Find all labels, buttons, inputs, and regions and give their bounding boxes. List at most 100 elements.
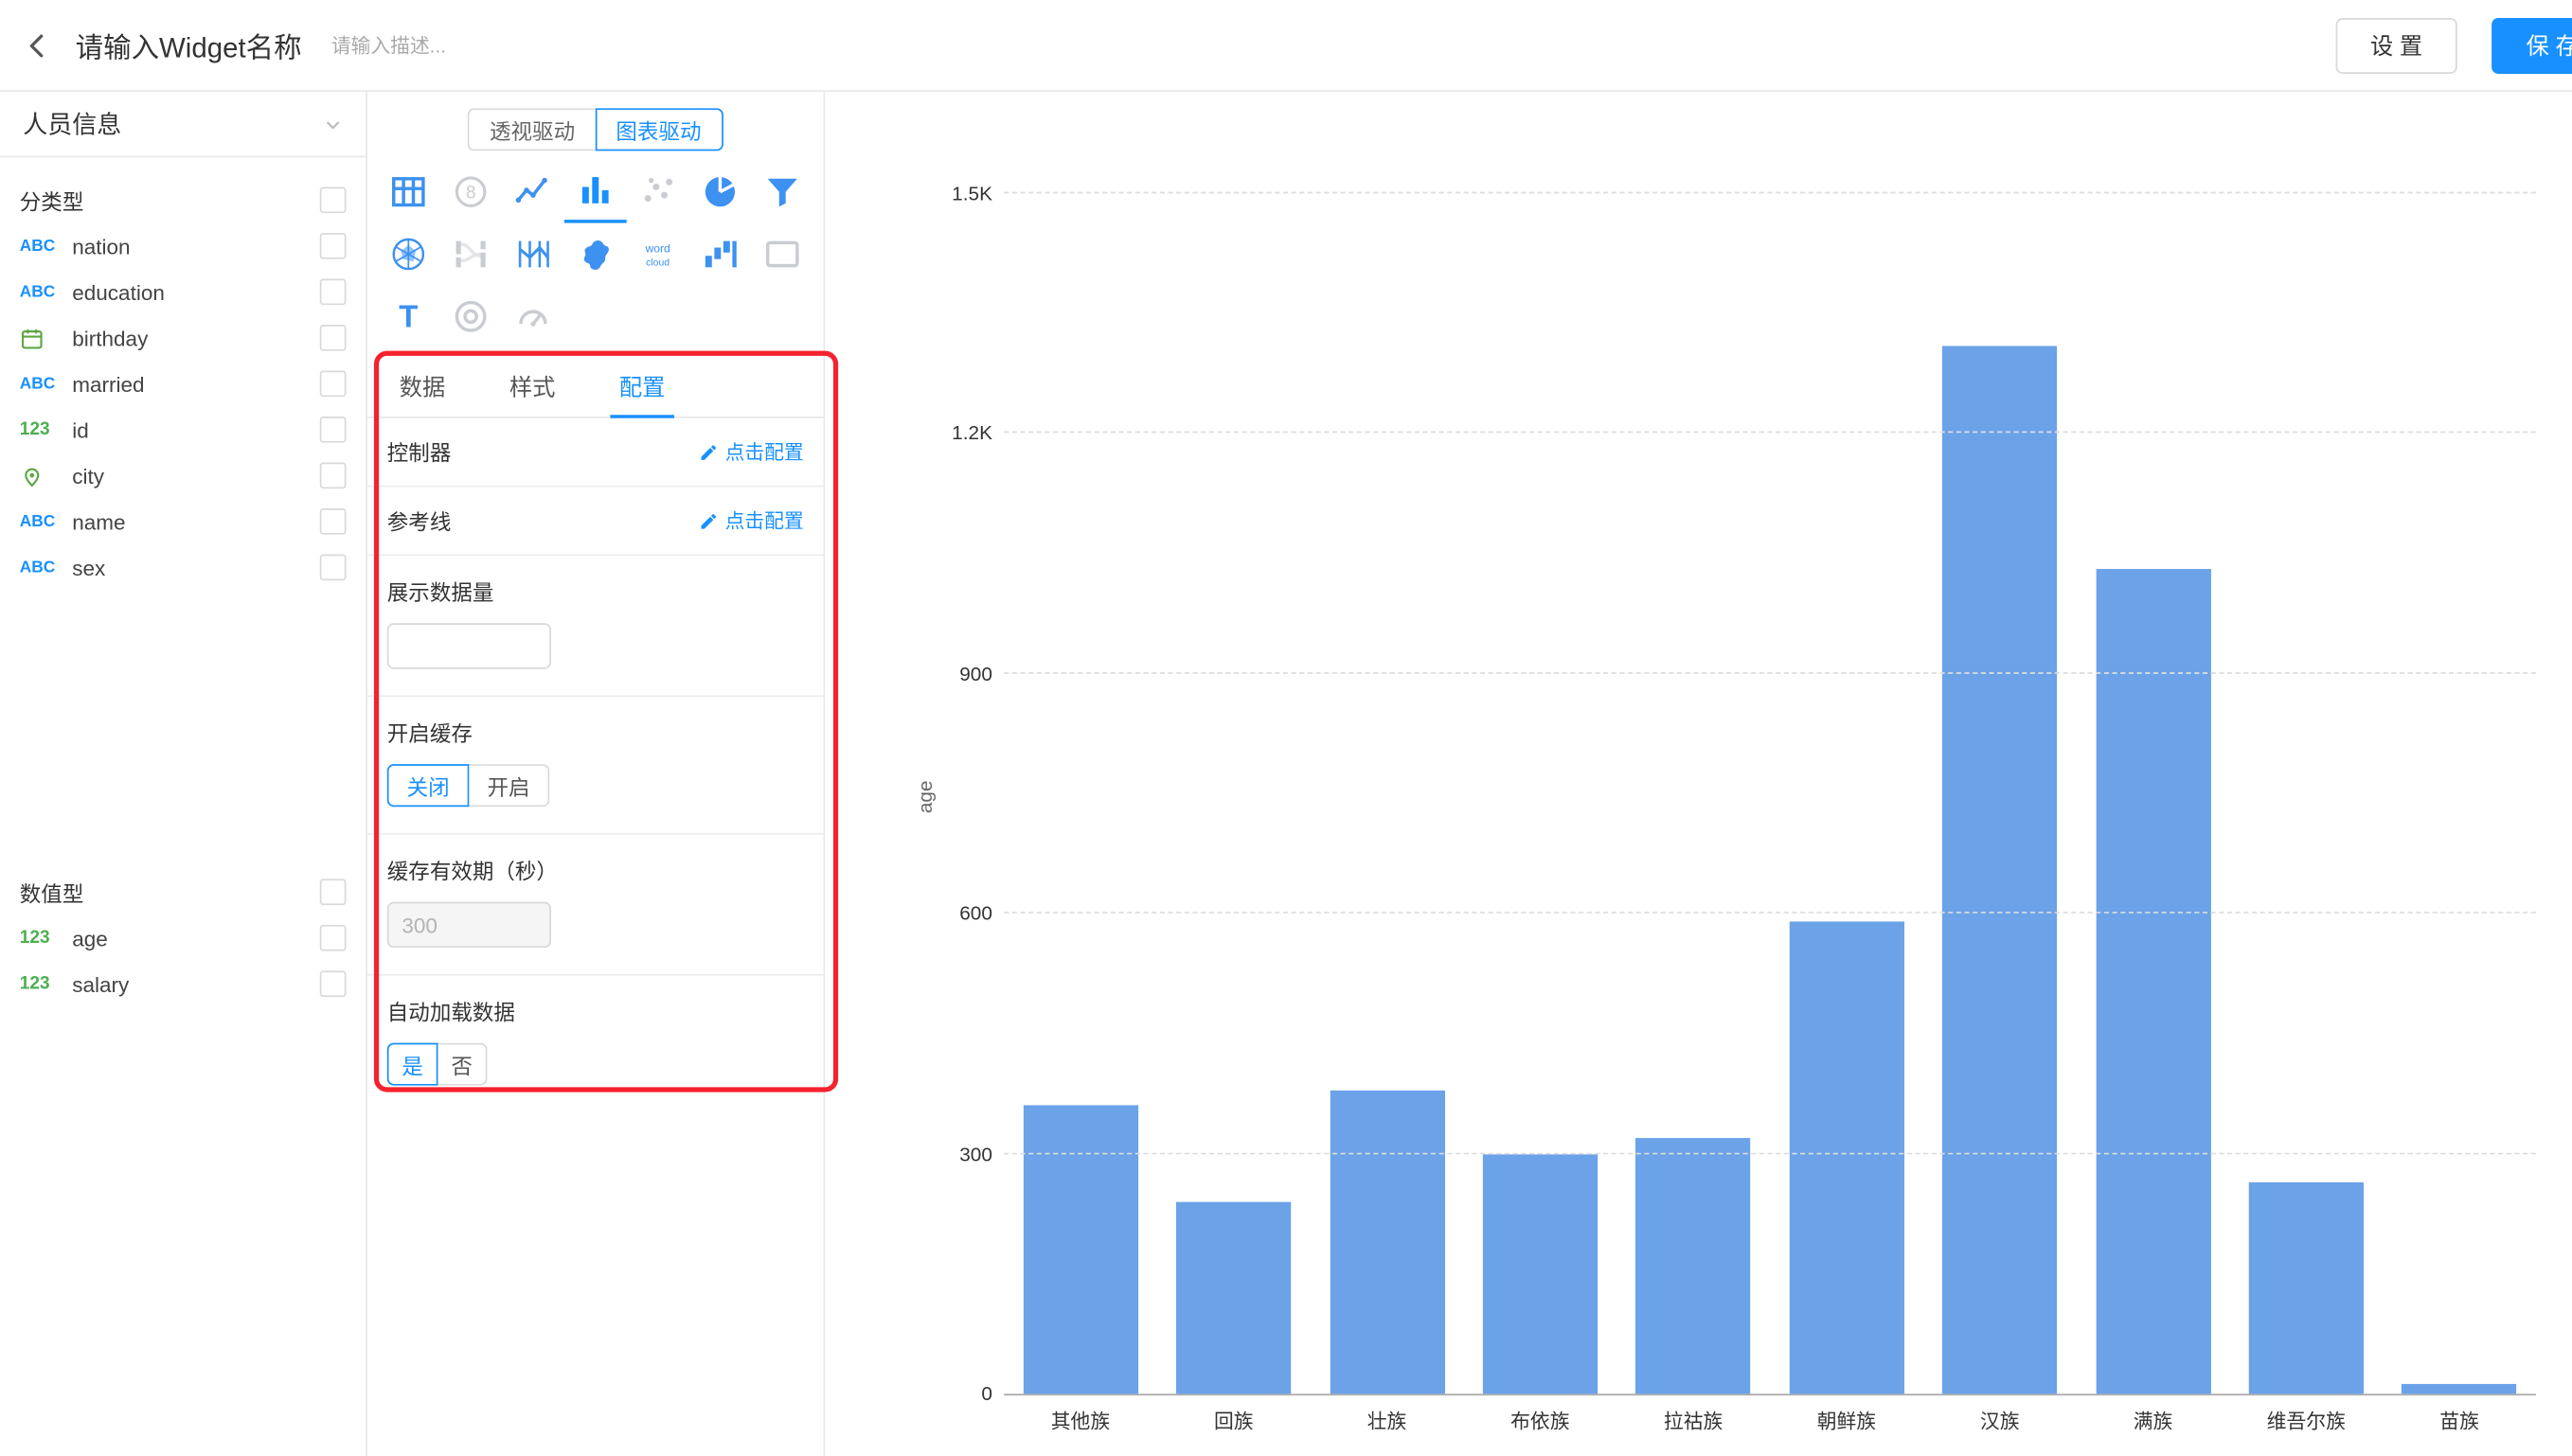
pie-chart-icon[interactable]: [688, 161, 751, 223]
map-chart-icon[interactable]: [564, 223, 627, 286]
x-tick-label: 其他族: [1004, 1407, 1157, 1434]
field-age[interactable]: 123 age: [0, 915, 366, 961]
field-label: name: [72, 509, 125, 534]
cache-on-button[interactable]: 开启: [469, 764, 549, 807]
field-city[interactable]: city: [0, 453, 366, 498]
x-tick-label: 拉祜族: [1616, 1407, 1770, 1434]
save-button[interactable]: 保 存: [2492, 18, 2572, 74]
field-checkbox[interactable]: [320, 462, 347, 488]
display-limit-group: 展示数据量: [367, 556, 824, 697]
bar-维吾尔族[interactable]: [2249, 1181, 2364, 1394]
radar-chart-icon[interactable]: [377, 223, 439, 286]
chevron-left-icon: [23, 30, 52, 60]
field-checkbox[interactable]: [320, 925, 347, 951]
bar-拉祜族[interactable]: [1636, 1138, 1751, 1394]
svg-text:T: T: [399, 299, 418, 334]
funnel-chart-icon[interactable]: [751, 161, 813, 223]
widget-name-input[interactable]: 请输入Widget名称: [76, 25, 302, 65]
x-tick-label: 布依族: [1463, 1407, 1616, 1434]
back-button[interactable]: [0, 0, 76, 91]
gauge-chart-icon[interactable]: [439, 285, 502, 347]
waterfall-chart-icon[interactable]: [688, 223, 751, 286]
pivot-mode-button[interactable]: 透视驱动: [468, 108, 594, 151]
display-limit-input[interactable]: [387, 623, 551, 668]
line-chart-icon[interactable]: [502, 161, 564, 223]
scorecard-chart-icon[interactable]: 8: [439, 161, 502, 223]
wordcloud-chart-icon[interactable]: wordcloud: [627, 223, 689, 286]
chart-mode-button[interactable]: 图表驱动: [595, 108, 723, 151]
reference-line-row: 参考线 点击配置: [367, 487, 824, 556]
field-checkbox[interactable]: [320, 233, 347, 259]
controller-label: 控制器: [387, 436, 452, 468]
field-label: id: [72, 417, 89, 442]
field-nation[interactable]: ABC nation: [0, 223, 366, 269]
drive-mode-toggle: 透视驱动 图表驱动: [367, 108, 824, 151]
cache-label: 开启缓存: [387, 717, 804, 748]
description-input[interactable]: [331, 34, 610, 57]
bar-slot: [1311, 195, 1464, 1394]
cache-off-button[interactable]: 关闭: [387, 764, 470, 807]
field-name[interactable]: ABC name: [0, 499, 366, 544]
field-checkbox[interactable]: [320, 508, 347, 535]
richtext-chart-icon[interactable]: T: [377, 285, 439, 347]
string-type-icon: ABC: [20, 512, 72, 530]
bar-汉族[interactable]: [1942, 346, 2057, 1394]
bar-slot: [1616, 195, 1770, 1394]
bar-苗族[interactable]: [2402, 1384, 2516, 1394]
autoload-yes-button[interactable]: 是: [387, 1043, 438, 1086]
section-checkbox[interactable]: [320, 879, 347, 905]
controller-configure-link[interactable]: 点击配置: [699, 437, 804, 465]
settings-button[interactable]: 设 置: [2336, 18, 2457, 74]
bar-壮族[interactable]: [1330, 1090, 1444, 1394]
field-sidebar: 人员信息 分类型 ABC nation ABC education: [0, 92, 367, 1456]
bar-布依族[interactable]: [1483, 1154, 1598, 1394]
bar-满族[interactable]: [2096, 570, 2210, 1394]
field-checkbox[interactable]: [320, 278, 347, 305]
gridline: [1004, 912, 2536, 914]
autoload-toggle: 是 否: [387, 1043, 804, 1086]
svg-text:word: word: [644, 242, 670, 256]
field-id[interactable]: 123 id: [0, 407, 366, 453]
dataset-selector[interactable]: 人员信息: [0, 92, 366, 157]
field-checkbox[interactable]: [320, 554, 347, 580]
bar-chart-icon[interactable]: [564, 161, 627, 223]
dualaxis-chart-icon[interactable]: [502, 285, 564, 347]
reference-configure-link[interactable]: 点击配置: [699, 506, 804, 534]
field-salary[interactable]: 123 salary: [0, 961, 366, 1006]
cache-expire-input[interactable]: [387, 902, 551, 948]
cache-group: 开启缓存 关闭 开启: [367, 697, 824, 834]
x-tick-label: 汉族: [1923, 1407, 2077, 1434]
field-sex[interactable]: ABC sex: [0, 544, 366, 590]
scatter-chart-icon[interactable]: [627, 161, 689, 223]
parallel-chart-icon[interactable]: [502, 223, 564, 286]
section-numeric: 数值型: [0, 869, 366, 914]
field-label: city: [72, 463, 104, 488]
field-married[interactable]: ABC married: [0, 361, 366, 406]
panel-tabs: 数据 样式 配置: [367, 358, 824, 418]
field-checkbox[interactable]: [320, 325, 347, 351]
controller-row: 控制器 点击配置: [367, 418, 824, 488]
x-tick-label: 回族: [1157, 1407, 1311, 1434]
field-birthday[interactable]: birthday: [0, 315, 366, 361]
tab-config[interactable]: 配置: [587, 358, 697, 417]
configure-link-text: 点击配置: [725, 437, 804, 465]
tab-data[interactable]: 数据: [367, 358, 477, 417]
field-checkbox[interactable]: [320, 417, 347, 443]
sankey-chart-icon[interactable]: [439, 223, 502, 286]
tab-style[interactable]: 样式: [477, 358, 587, 417]
iframe-chart-icon[interactable]: [751, 223, 813, 286]
autoload-group: 自动加载数据 是 否: [367, 976, 824, 1112]
bar-其他族[interactable]: [1023, 1106, 1137, 1394]
table-chart-icon[interactable]: [377, 161, 439, 223]
bar-朝鲜族[interactable]: [1789, 922, 1903, 1394]
field-education[interactable]: ABC education: [0, 269, 366, 314]
autoload-no-button[interactable]: 否: [438, 1043, 488, 1086]
bar-slot: [1157, 195, 1311, 1394]
bar-回族[interactable]: [1176, 1201, 1291, 1394]
field-checkbox[interactable]: [320, 370, 347, 397]
string-type-icon: ABC: [20, 237, 72, 255]
section-checkbox[interactable]: [320, 186, 347, 213]
field-label: married: [72, 371, 144, 396]
y-tick-label: 0: [878, 1382, 992, 1405]
field-checkbox[interactable]: [320, 970, 347, 997]
